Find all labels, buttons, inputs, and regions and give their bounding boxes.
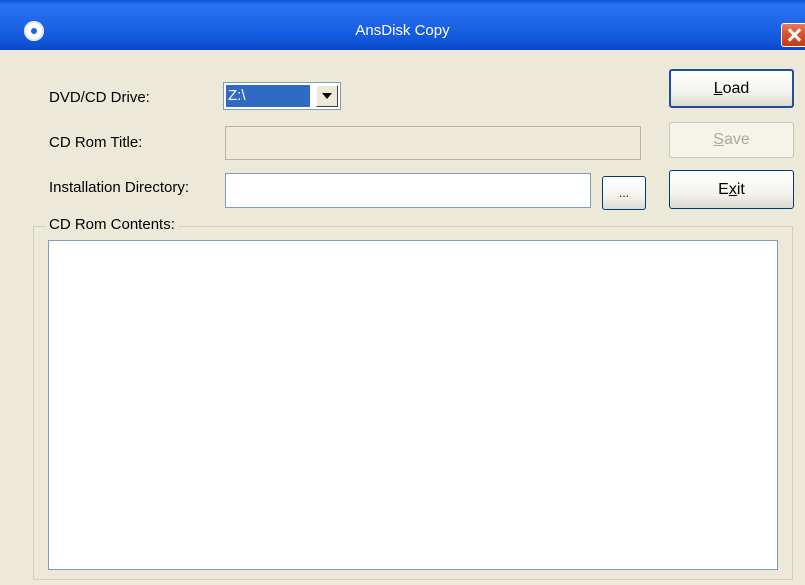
- save-button[interactable]: Save: [669, 122, 794, 158]
- load-label: oad: [722, 80, 750, 97]
- drive-dropdown[interactable]: Z:\: [223, 82, 341, 110]
- cd-contents-label: CD Rom Contents:: [46, 216, 178, 234]
- cd-title-label: CD Rom Title:: [49, 134, 143, 151]
- exit-mnemonic: x: [728, 181, 737, 198]
- load-mnemonic: L: [713, 80, 723, 97]
- browse-button[interactable]: ...: [602, 176, 646, 210]
- exit-button[interactable]: Exit: [669, 170, 794, 209]
- window-title: AnsDisk Copy: [355, 22, 450, 39]
- drive-label: DVD/CD Drive:: [49, 89, 150, 106]
- install-dir-input[interactable]: [225, 173, 591, 208]
- drive-selected-value: Z:\: [226, 85, 310, 107]
- exit-label-end: it: [736, 181, 745, 198]
- install-dir-label: Installation Directory:: [49, 179, 190, 196]
- chevron-down-icon[interactable]: [316, 85, 338, 107]
- save-label: ave: [723, 131, 750, 148]
- save-mnemonic: S: [713, 131, 724, 148]
- title-bar[interactable]: AnsDisk Copy: [0, 0, 805, 50]
- load-button[interactable]: Load: [669, 69, 794, 108]
- exit-label-start: E: [718, 181, 729, 198]
- cd-title-field: [225, 126, 641, 160]
- cd-contents-list[interactable]: [48, 240, 778, 570]
- close-button[interactable]: [781, 23, 805, 47]
- app-window: AnsDisk Copy DVD/CD Drive: Z:\ CD Rom Ti…: [0, 0, 805, 585]
